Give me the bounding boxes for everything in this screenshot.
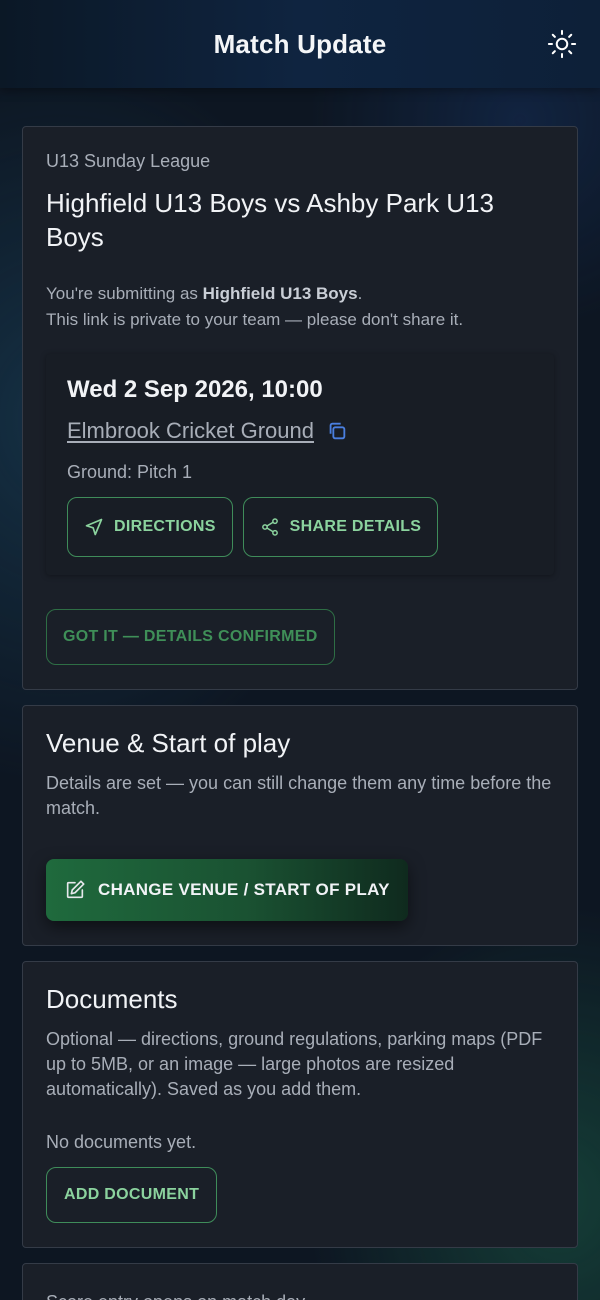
theme-toggle-button[interactable] xyxy=(546,28,578,60)
change-venue-button[interactable]: CHANGE VENUE / START OF PLAY xyxy=(46,859,408,921)
venue-card: Venue & Start of play Details are set — … xyxy=(22,705,578,946)
app-header: Match Update xyxy=(0,0,600,88)
copy-icon[interactable] xyxy=(326,420,348,442)
team-name: Highfield U13 Boys xyxy=(202,284,358,303)
share-details-label: SHARE DETAILS xyxy=(289,518,422,535)
navigation-arrow-icon xyxy=(85,518,103,536)
main-content: U13 Sunday League Highfield U13 Boys vs … xyxy=(0,88,600,1300)
match-title: Highfield U13 Boys vs Ashby Park U13 Boy… xyxy=(46,188,494,252)
submitting-suffix: . xyxy=(357,284,363,303)
add-document-label: ADD DOCUMENT xyxy=(64,1186,200,1203)
venue-section-text: Details are set — you can still change t… xyxy=(46,773,552,818)
venue-section-title: Venue & Start of play xyxy=(46,728,291,758)
add-document-button[interactable]: ADD DOCUMENT xyxy=(46,1167,218,1223)
league-name: U13 Sunday League xyxy=(46,151,211,171)
score-entry-note: Score entry opens on match day. xyxy=(46,1290,554,1300)
fixture-details: Wed 2 Sep 2026, 10:00 Elmbrook Cricket G… xyxy=(46,354,554,575)
fixture-actions: DIRECTIONS SHARE DETAILS xyxy=(67,497,533,557)
fixture-datetime: Wed 2 Sep 2026, 10:00 xyxy=(67,376,323,403)
documents-description: Optional — directions, ground regulation… xyxy=(46,1029,543,1099)
confirm-details-button[interactable]: GOT IT — DETAILS CONFIRMED xyxy=(46,609,335,665)
venue-row: Elmbrook Cricket Ground xyxy=(67,418,533,444)
documents-card: Documents Optional — directions, ground … xyxy=(22,961,578,1248)
documents-title: Documents xyxy=(46,984,178,1014)
share-icon xyxy=(261,518,278,536)
ground-pitch: Ground: Pitch 1 xyxy=(67,462,193,482)
submitting-as-text: You're submitting as Highfield U13 Boys. xyxy=(46,280,554,308)
score-card: Score entry opens on match day. xyxy=(22,1263,578,1300)
privacy-note: This link is private to your team — plea… xyxy=(46,310,464,329)
change-venue-label: CHANGE VENUE / START OF PLAY xyxy=(98,880,390,899)
share-details-button[interactable]: SHARE DETAILS xyxy=(242,497,439,557)
edit-icon xyxy=(66,880,85,899)
venue-link[interactable]: Elmbrook Cricket Ground xyxy=(67,418,314,444)
page-title: Match Update xyxy=(213,28,387,59)
match-card: U13 Sunday League Highfield U13 Boys vs … xyxy=(22,126,578,690)
submitting-prefix: You're submitting as xyxy=(46,284,203,303)
confirm-details-label: GOT IT — DETAILS CONFIRMED xyxy=(63,628,318,645)
sun-icon xyxy=(547,29,577,59)
documents-empty-state: No documents yet. xyxy=(46,1132,197,1152)
directions-label: DIRECTIONS xyxy=(114,518,216,535)
directions-button[interactable]: DIRECTIONS xyxy=(67,497,233,557)
